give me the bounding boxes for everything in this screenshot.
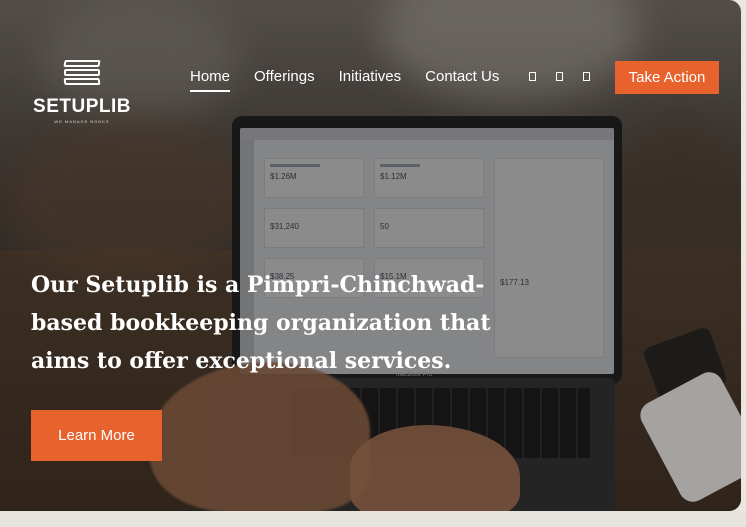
- nav-item-offerings[interactable]: Offerings: [254, 68, 315, 85]
- brand-name: SETUPLIB: [33, 96, 131, 117]
- nav-item-home[interactable]: Home: [190, 68, 231, 92]
- books-stack-icon: [60, 56, 104, 94]
- brand-logo[interactable]: SETUPLIB WE MANAGE BOOKS: [30, 56, 134, 124]
- facebook-icon[interactable]: [529, 72, 537, 81]
- main-navigation: Home Offerings Initiatives Contact Us: [190, 68, 591, 92]
- hero-section: $1.26M $1.12M $31,240 50 $38.25 $15.1M $…: [0, 0, 741, 511]
- twitter-icon[interactable]: [556, 72, 564, 81]
- brand-tagline: WE MANAGE BOOKS: [54, 119, 110, 124]
- hero-headline: Our Setuplib is a Pimpri-Chinchwad-based…: [31, 272, 491, 374]
- nav-item-contact-us[interactable]: Contact Us: [425, 68, 499, 85]
- learn-more-button[interactable]: Learn More: [31, 410, 162, 461]
- nav-item-initiatives[interactable]: Initiatives: [339, 68, 402, 85]
- take-action-button[interactable]: Take Action: [615, 61, 719, 94]
- next-section-strip: [0, 511, 746, 527]
- instagram-icon[interactable]: [583, 72, 591, 81]
